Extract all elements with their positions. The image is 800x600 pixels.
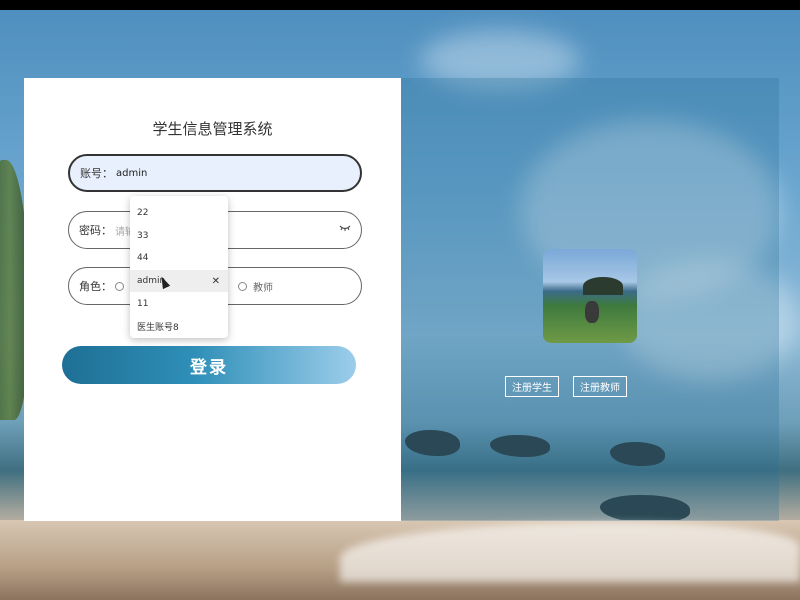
register-teacher-button[interactable]: 注册教师 bbox=[573, 376, 627, 397]
autocomplete-option[interactable]: 22 bbox=[130, 202, 228, 225]
autocomplete-option[interactable]: 44 bbox=[130, 247, 228, 270]
page-title: 学生信息管理系统 bbox=[152, 120, 273, 138]
welcome-panel: 注册学生 注册教师 bbox=[401, 78, 779, 521]
username-input[interactable]: admin bbox=[116, 168, 147, 179]
close-icon[interactable]: ✕ bbox=[212, 276, 220, 287]
avatar-hill bbox=[583, 277, 623, 295]
username-label: 账号： bbox=[80, 167, 113, 180]
register-student-button[interactable]: 注册学生 bbox=[505, 376, 559, 397]
autocomplete-option[interactable]: 11 bbox=[130, 292, 228, 315]
role-teacher-label[interactable]: 教师 bbox=[253, 279, 273, 294]
role-student-radio[interactable] bbox=[115, 281, 124, 291]
autocomplete-option-highlighted[interactable]: admin ✕ bbox=[130, 269, 228, 293]
role-label: 角色： bbox=[79, 280, 112, 293]
autocomplete-dropdown: 22 33 44 admin ✕ 11 医生账号8 bbox=[130, 196, 228, 338]
login-card: 学生信息管理系统 账号： admin 密码： 请输 角色： 教师 登录 22 3… bbox=[24, 78, 779, 521]
login-button[interactable]: 登录 bbox=[62, 346, 356, 384]
avatar-person bbox=[585, 301, 599, 323]
autocomplete-option[interactable]: 33 bbox=[130, 225, 228, 248]
username-field[interactable]: 账号： admin bbox=[68, 154, 362, 192]
avatar bbox=[543, 249, 637, 343]
autocomplete-option[interactable]: 医生账号8 bbox=[130, 315, 228, 338]
login-panel: 学生信息管理系统 账号： admin 密码： 请输 角色： 教师 登录 22 3… bbox=[24, 78, 401, 521]
role-teacher-radio[interactable] bbox=[238, 281, 247, 291]
password-label: 密码： bbox=[79, 224, 112, 237]
mouse-pointer-icon bbox=[157, 274, 171, 289]
eye-closed-icon[interactable] bbox=[339, 224, 351, 232]
